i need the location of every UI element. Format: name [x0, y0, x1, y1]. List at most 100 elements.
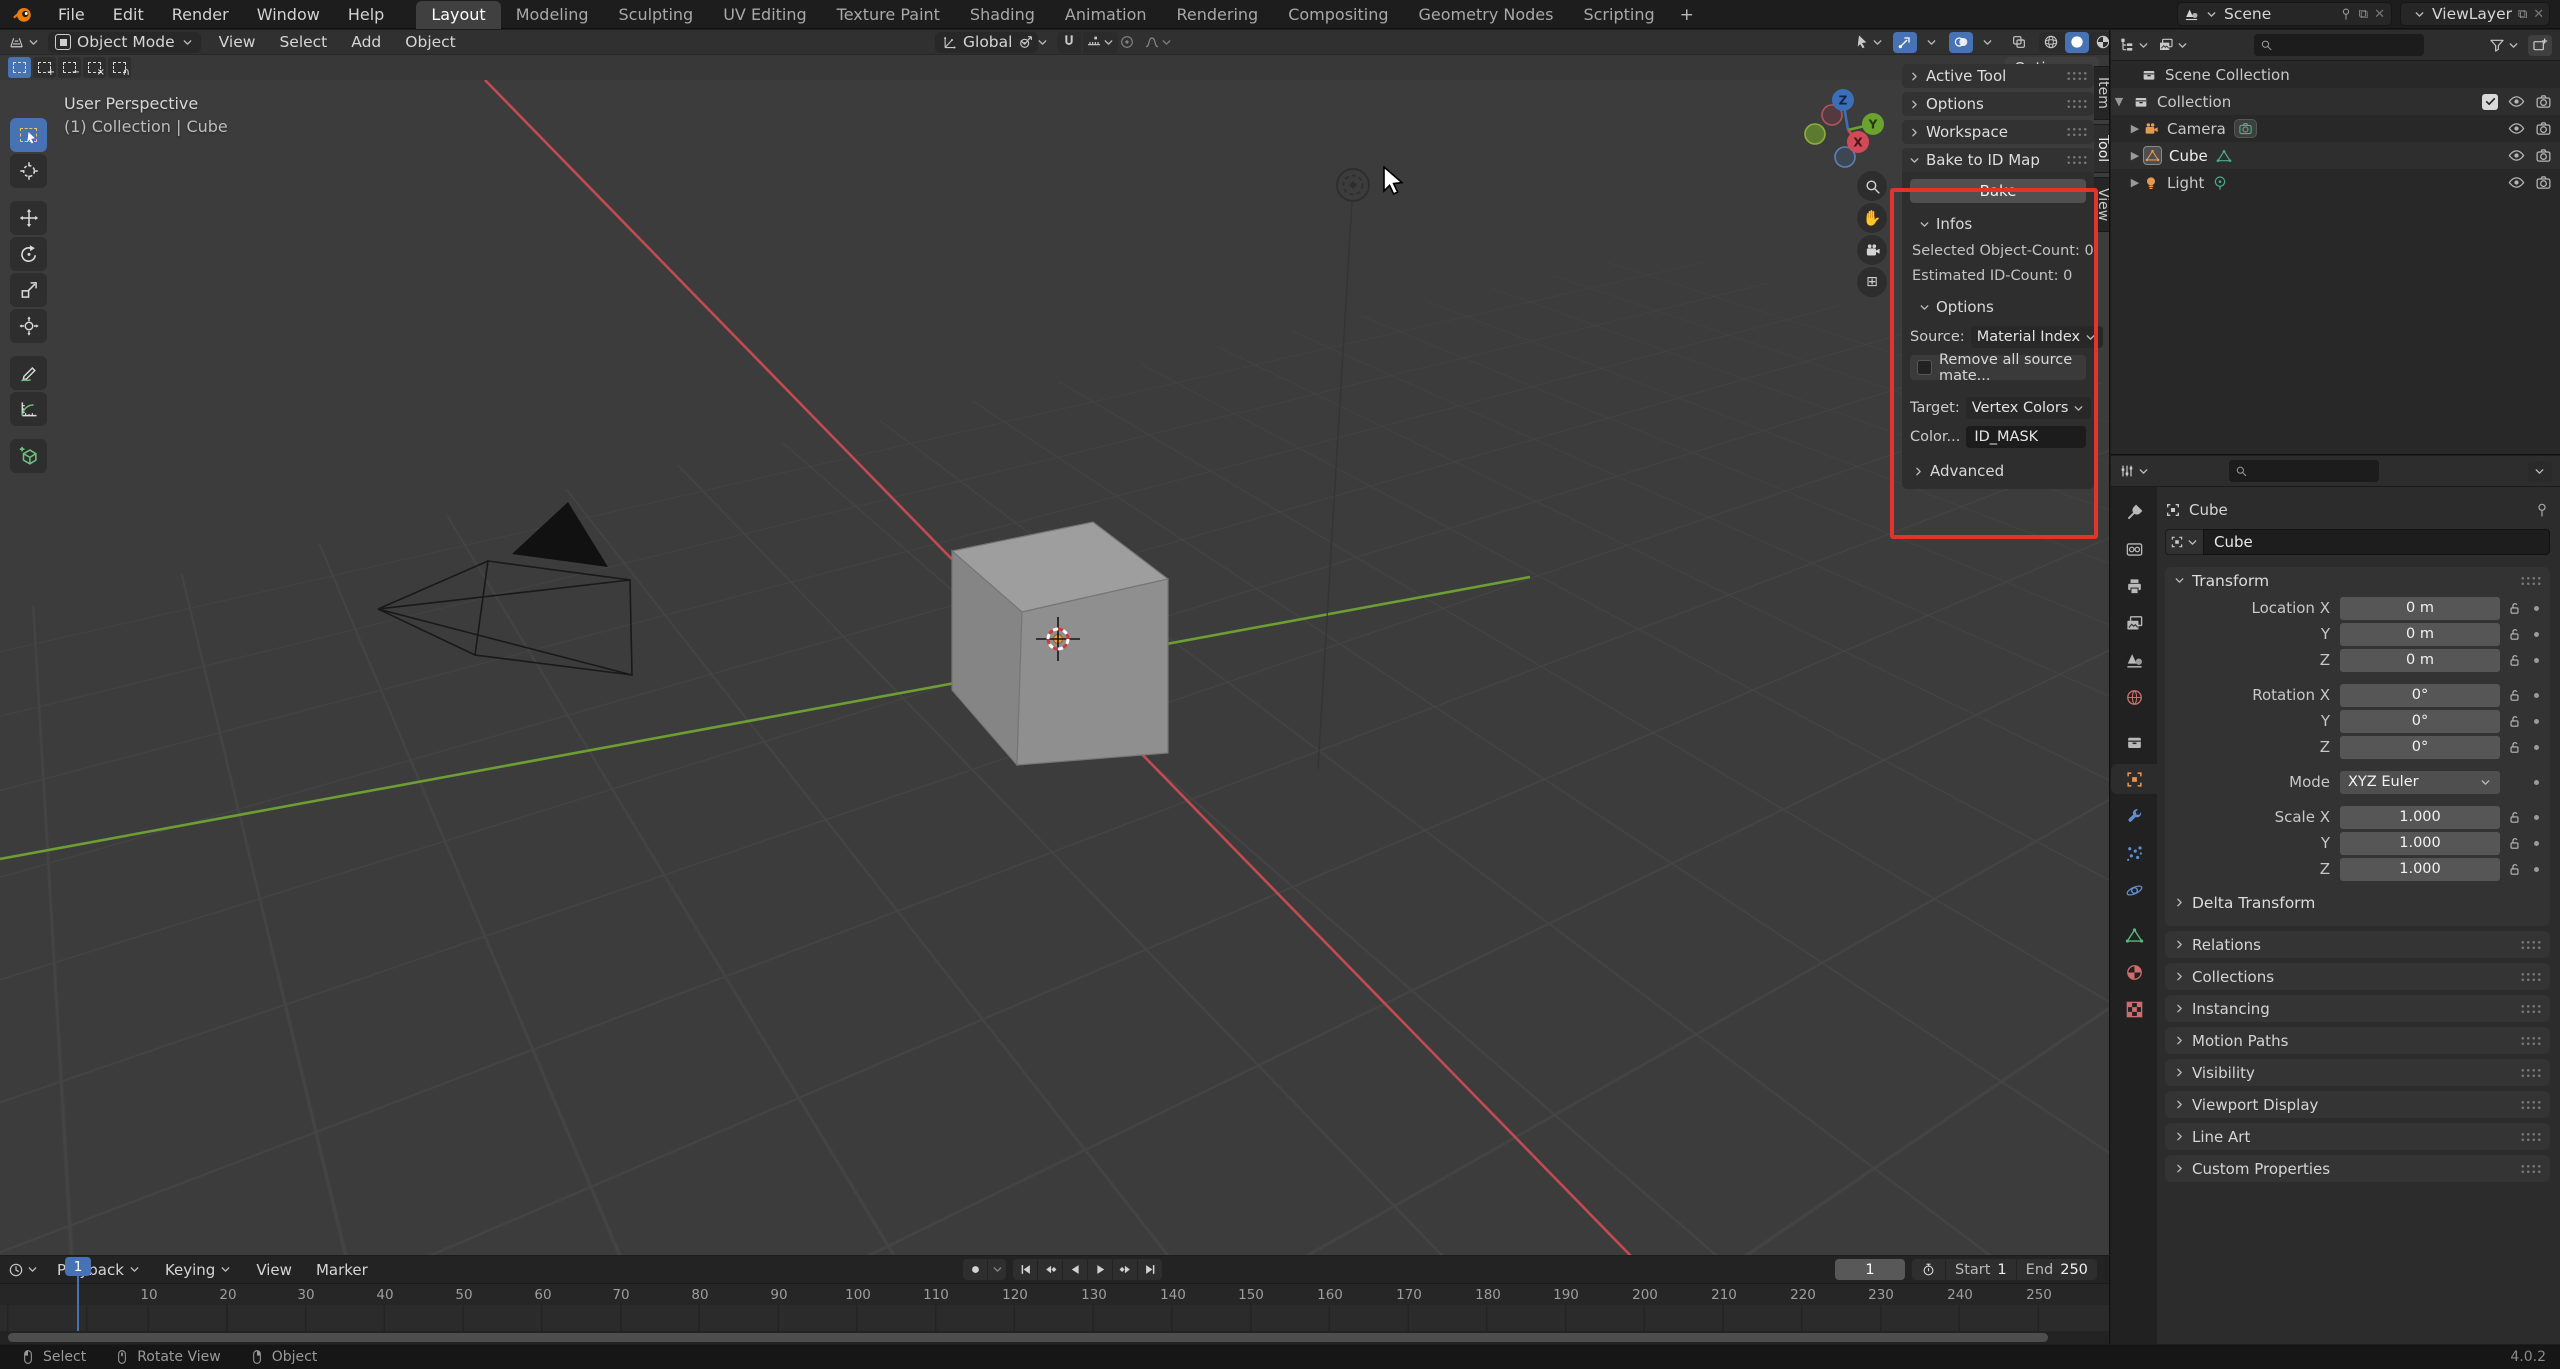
blender-logo-menu[interactable]: [0, 0, 44, 29]
current-frame-badge[interactable]: 1: [65, 1257, 91, 1276]
mesh-data-badge[interactable]: [2216, 148, 2232, 164]
display-mode-dropdown[interactable]: [2119, 37, 2150, 53]
bake-panel-header[interactable]: Bake to ID Map: [1902, 148, 2094, 172]
properties-search[interactable]: [2228, 460, 2379, 482]
menu-file[interactable]: File: [44, 0, 99, 29]
render-visibility-toggle[interactable]: [2535, 93, 2552, 110]
panel-active-tool[interactable]: Active Tool: [1902, 64, 2094, 88]
animate-dot[interactable]: [2528, 866, 2544, 872]
panel-motion-paths[interactable]: Motion Paths: [2165, 1027, 2550, 1054]
workspace-tab-rendering[interactable]: Rendering: [1162, 1, 1274, 29]
pan-view-button[interactable]: ✋: [1857, 203, 1887, 233]
select-mode-subtract[interactable]: −: [58, 57, 81, 78]
tool-select-box[interactable]: [10, 118, 47, 152]
lock-icon[interactable]: [2500, 714, 2528, 729]
tab-tool[interactable]: [2111, 497, 2157, 527]
frame-end-field[interactable]: End 250: [2017, 1259, 2097, 1280]
sidebar-tab-tool[interactable]: Tool: [2094, 123, 2109, 174]
tool-annotate[interactable]: [10, 356, 47, 390]
tool-move[interactable]: [10, 201, 47, 235]
pin-icon[interactable]: [2339, 7, 2353, 21]
play-button[interactable]: [1088, 1259, 1112, 1280]
previous-keyframe-button[interactable]: [1038, 1259, 1062, 1280]
bake-button[interactable]: Bake: [1910, 179, 2086, 203]
source-dropdown[interactable]: Material Index: [1970, 326, 2104, 348]
scale-z-field[interactable]: 1.000: [2340, 857, 2500, 881]
toggle-perspective-button[interactable]: ⊞: [1857, 267, 1887, 297]
shading-wireframe-button[interactable]: [2039, 32, 2063, 53]
timeline-channels[interactable]: [0, 1305, 2109, 1331]
color-attribute-field[interactable]: ID_MASK: [1966, 426, 2086, 448]
keying-dropdown[interactable]: [988, 1259, 1006, 1280]
animate-dot[interactable]: [2528, 657, 2544, 663]
breadcrumb-object[interactable]: Cube: [2189, 501, 2228, 519]
select-mode-set[interactable]: [8, 57, 31, 78]
subpanel-options[interactable]: Options: [1902, 297, 2094, 317]
select-mode-invert[interactable]: ×: [83, 57, 106, 78]
gizmo-axis-neg-y[interactable]: [1804, 123, 1826, 145]
camera-view-button[interactable]: [1857, 235, 1887, 265]
subpanel-advanced[interactable]: Advanced: [1902, 461, 2094, 481]
expander-icon[interactable]: ▶: [2127, 149, 2143, 162]
menu-select[interactable]: Select: [267, 33, 339, 51]
tab-particles[interactable]: [2111, 838, 2157, 868]
close-icon[interactable]: ✕: [2374, 7, 2385, 22]
tab-scene[interactable]: [2111, 645, 2157, 675]
play-reverse-button[interactable]: [1063, 1259, 1087, 1280]
animate-dot[interactable]: [2528, 814, 2544, 820]
editor-type-button[interactable]: [8, 1262, 39, 1278]
pivot-point-dropdown[interactable]: [1018, 34, 1049, 50]
new-scene-icon[interactable]: ⧉: [2359, 7, 2368, 22]
pin-icon[interactable]: [2534, 502, 2550, 518]
light-object[interactable]: [1317, 168, 1370, 770]
animate-dot[interactable]: [2528, 692, 2544, 698]
hide-eye-toggle[interactable]: [2508, 93, 2525, 110]
show-gizmos-toggle[interactable]: [1893, 31, 1917, 53]
menu-add[interactable]: Add: [339, 33, 393, 51]
render-visibility-toggle[interactable]: [2535, 174, 2552, 191]
subpanel-infos[interactable]: Infos: [1902, 214, 2094, 234]
add-workspace-button[interactable]: +: [1670, 1, 1704, 29]
jump-to-start-button[interactable]: [1013, 1259, 1037, 1280]
timeline-scrollbar[interactable]: [8, 1333, 2048, 1342]
workspace-tab-sculpting[interactable]: Sculpting: [603, 1, 708, 29]
tab-view-layer[interactable]: [2111, 608, 2157, 638]
workspace-tab-uv-editing[interactable]: UV Editing: [708, 1, 821, 29]
proportional-editing-toggle[interactable]: [1115, 32, 1139, 53]
menu-playback[interactable]: Playback: [45, 1261, 153, 1279]
tab-physics[interactable]: [2111, 875, 2157, 905]
transform-header[interactable]: Transform: [2165, 567, 2550, 594]
panel-delta-transform[interactable]: Delta Transform: [2165, 889, 2550, 916]
rotation-mode-dropdown[interactable]: XYZ Euler: [2340, 770, 2500, 794]
lock-icon[interactable]: [2500, 627, 2528, 642]
tab-world[interactable]: [2111, 682, 2157, 712]
camera-object[interactable]: [377, 502, 633, 676]
lock-icon[interactable]: [2500, 862, 2528, 877]
tab-output[interactable]: [2111, 571, 2157, 601]
panel-visibility[interactable]: Visibility: [2165, 1059, 2550, 1086]
object-name-field[interactable]: Cube: [2203, 529, 2550, 555]
panel-line-art[interactable]: Line Art: [2165, 1123, 2550, 1150]
scale-y-field[interactable]: 1.000: [2340, 831, 2500, 855]
workspace-tab-modeling[interactable]: Modeling: [501, 1, 604, 29]
snap-with-dropdown[interactable]: [1083, 31, 1118, 53]
menu-view[interactable]: View: [244, 1261, 304, 1279]
lock-icon[interactable]: [2500, 653, 2528, 668]
tab-modifiers[interactable]: [2111, 801, 2157, 831]
panel-custom-properties[interactable]: Custom Properties: [2165, 1155, 2550, 1182]
mode-dropdown[interactable]: Object Mode: [48, 31, 201, 53]
outliner-row-camera[interactable]: ▶ Camera: [2111, 115, 2560, 142]
menu-render[interactable]: Render: [158, 0, 243, 29]
menu-edit[interactable]: Edit: [99, 0, 158, 29]
workspace-tab-scripting[interactable]: Scripting: [1568, 1, 1669, 29]
viewport-3d[interactable]: Object Mode View Select Add Object Globa…: [0, 30, 2110, 1255]
panel-options[interactable]: Options: [1902, 92, 2094, 116]
search-input[interactable]: [2277, 37, 2418, 53]
location-z-field[interactable]: 0 m: [2340, 648, 2500, 672]
new-collection-button[interactable]: [2528, 34, 2552, 56]
outliner-row-scene-collection[interactable]: Scene Collection: [2111, 61, 2560, 88]
proportional-falloff-dropdown[interactable]: [1141, 32, 1176, 53]
scale-x-field[interactable]: 1.000: [2340, 805, 2500, 829]
workspace-tab-animation[interactable]: Animation: [1050, 1, 1162, 29]
workspace-tab-texture-paint[interactable]: Texture Paint: [822, 1, 955, 29]
